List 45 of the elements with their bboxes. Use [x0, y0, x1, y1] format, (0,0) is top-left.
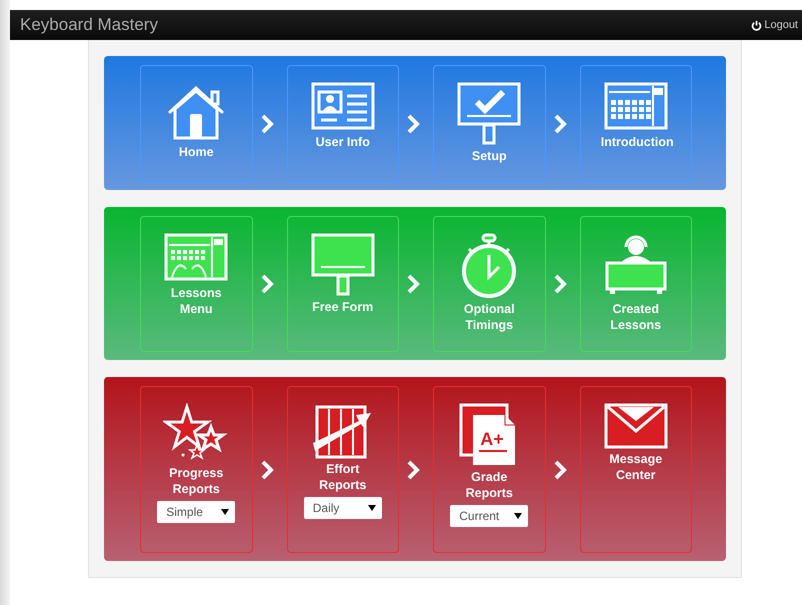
tile-label: Setup	[470, 148, 508, 164]
envelope-icon	[604, 403, 668, 449]
logout-link[interactable]: Logout	[751, 19, 798, 31]
grade-text: A+	[480, 429, 504, 449]
tile-label: Progress Reports	[168, 465, 224, 497]
report-dropdown[interactable]: Daily	[304, 497, 382, 519]
chevron-icon	[260, 458, 274, 480]
chevron-icon	[260, 112, 274, 134]
tile-label: Introduction	[600, 134, 671, 150]
menu-tile[interactable]: Effort Reports Daily	[286, 386, 399, 553]
menu-tile[interactable]: A+ Grade Reports Current	[433, 386, 546, 553]
chevron-icon	[552, 273, 566, 295]
tile-label: Message Center	[608, 451, 664, 483]
typing-icon	[164, 233, 228, 283]
id-card-icon	[310, 82, 375, 132]
chevron-icon	[260, 273, 274, 295]
menu-tile[interactable]: User Info	[286, 65, 399, 182]
tile-label: Optional Timings	[462, 301, 516, 333]
menu-tile[interactable]: Setup	[433, 65, 546, 182]
chevron-icon	[406, 458, 420, 480]
power-icon	[751, 20, 762, 30]
chevron-icon	[406, 112, 420, 134]
screen-icon	[604, 82, 668, 132]
chevron-icon	[552, 112, 566, 134]
monitor-icon	[457, 82, 522, 146]
app-title: Keyboard Mastery	[20, 15, 158, 35]
report-dropdown[interactable]: Current	[450, 505, 528, 527]
tile-label: Created Lessons	[609, 301, 662, 333]
menu-tile[interactable]: Home	[140, 65, 252, 182]
tile-label: Lessons Menu	[170, 285, 223, 317]
chevron-icon	[552, 458, 566, 480]
monitor-icon	[310, 233, 375, 297]
caret-icon	[514, 513, 522, 519]
caret-icon	[368, 505, 376, 511]
report-dropdown[interactable]: Simple	[157, 501, 236, 523]
chevron-icon	[406, 273, 420, 295]
tile-label: Free Form	[311, 299, 374, 315]
tile-label: Effort Reports	[318, 461, 368, 493]
menu-tile[interactable]: Progress Reports Simple	[140, 386, 252, 553]
caret-icon	[221, 509, 230, 515]
menu-tile[interactable]: Message Center	[580, 386, 692, 553]
tile-label: Home	[178, 144, 215, 160]
menu-tile[interactable]: Introduction	[580, 65, 692, 182]
tile-label: User Info	[314, 134, 371, 150]
tile-label: Grade Reports	[464, 469, 514, 501]
